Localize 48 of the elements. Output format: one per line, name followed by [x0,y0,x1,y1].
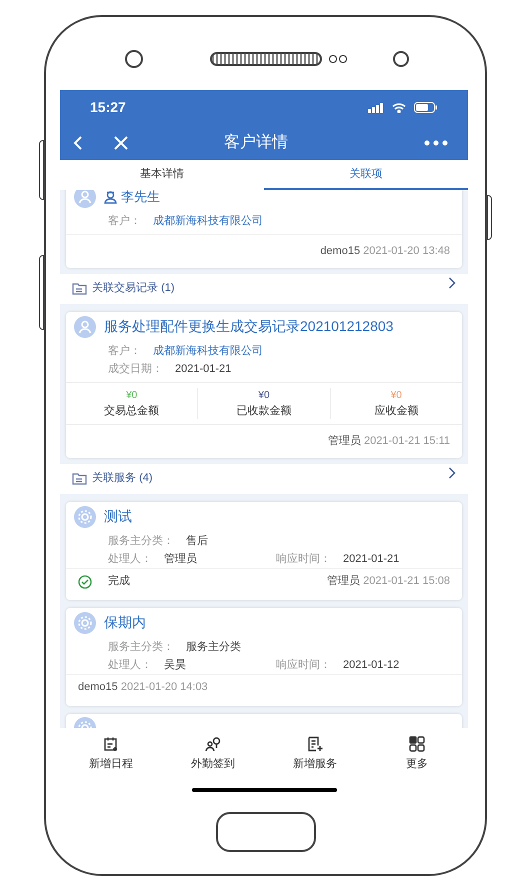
customer-link[interactable]: 成都新海科技有限公司 [153,342,263,360]
record-title: 服务处理配件更换生成交易记录202101212803 [104,317,394,336]
status-time: 15:27 [90,98,126,117]
field-label: 客户： [108,344,141,358]
record-footer: demo15 2021-01-20 13:48 [320,243,450,260]
amount-value: ¥0 [126,388,138,402]
field-value: 管理员 [164,552,197,566]
amount-label: 交易总金额 [104,404,160,418]
field-label: 处理人： [108,552,152,566]
tab[interactable]: 基本详情 [60,160,264,190]
section-title: 关联交易记录 (1) [92,280,175,296]
record-title: 测试 [104,507,132,526]
amount-value: ¥0 [390,388,402,402]
field-value: 2021-01-12 [343,658,400,672]
contact-card[interactable]: 李先生 客户： 成都新海科技有限公司 demo15 2021-01-20 13:48 [66,190,462,268]
record-footer: demo15 2021-01-20 14:03 [78,678,208,695]
record-title: 保期内 [104,613,146,632]
field-label: 客户： [108,214,141,229]
amount-label: 已收款金额 [236,404,292,418]
toolbar-button[interactable]: 外勤签到 [162,736,264,772]
field-label: 响应时间： [276,552,331,566]
field-label: 响应时间： [276,658,331,672]
service-card[interactable]: 测试 服务主分类： 售后 处理人： 管理员 响应时间： 2021-01-21 完成 管理员 2021-01-21 15:08 [66,502,462,600]
field-label: 服务主分类： [108,534,174,548]
amount-label: 应收金额 [374,404,418,418]
section-header[interactable]: 关联服务 (4) [60,464,468,494]
contact-name: 李先生 [121,190,160,206]
field-value: 服务主分类 [186,640,241,654]
service-card[interactable]: 保期内 服务主分类： 服务主分类 处理人： 吴昊 响应时间： 2021-01-12 demo15 2021-01-20 14:03 [66,608,462,706]
page-title: 客户详情 [224,132,289,152]
section-title: 关联服务 (4) [92,470,153,486]
section-header[interactable]: 关联交易记录 (1) [60,274,468,304]
status-text: 完成 [108,574,130,588]
field-label: 服务主分类： [108,640,174,654]
field-value: 2021-01-21 [175,362,232,376]
field-label: 成交日期： [108,362,163,376]
amount-value: ¥0 [258,388,270,402]
record-footer: 管理员 2021-01-21 15:08 [327,572,450,589]
field-label: 处理人： [108,658,152,672]
toolbar-button[interactable]: 新增日程 [60,736,162,772]
field-value: 吴昊 [164,658,186,672]
record-footer: 管理员 2021-01-21 15:11 [328,433,450,450]
trade-card[interactable]: 服务处理配件更换生成交易记录202101212803 客户： 成都新海科技有限公司 成交日期： 2021-01-21 ¥0 交易总金额 ¥0 已收款金额 ¥0 应收金额 管理员 2021-01-21 15:11 [66,312,462,458]
toolbar-button[interactable]: 更多 [366,736,468,772]
toolbar-button[interactable]: 新增服务 [264,736,366,772]
field-value: 2021-01-21 [343,552,400,566]
customer-link[interactable]: 成都新海科技有限公司 [153,212,263,230]
field-value: 售后 [186,534,208,548]
